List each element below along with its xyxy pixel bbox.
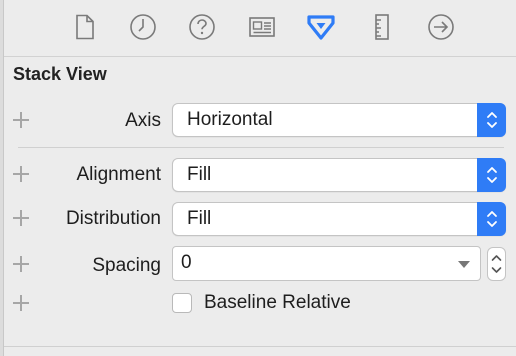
size-ruler-icon[interactable] <box>367 12 397 42</box>
identity-icon[interactable] <box>247 12 277 42</box>
alignment-popup[interactable]: Fill <box>172 158 506 192</box>
alignment-value: Fill <box>187 164 212 185</box>
section-title: Stack View <box>13 64 107 84</box>
baseline-relative-label[interactable]: Baseline Relative <box>204 292 351 314</box>
clock-icon[interactable] <box>128 12 158 42</box>
distribution-label: Distribution <box>65 208 161 229</box>
distribution-value: Fill <box>187 208 212 229</box>
alignment-plus-icon[interactable] <box>13 166 29 182</box>
spacing-plus-icon[interactable] <box>13 256 29 272</box>
axis-popup[interactable]: Horizontal <box>172 103 506 137</box>
chevron-updown-icon <box>477 158 506 192</box>
axis-label: Axis <box>125 110 161 131</box>
help-icon[interactable] <box>187 12 217 42</box>
axis-value: Horizontal <box>187 109 273 130</box>
spacing-stepper[interactable] <box>487 247 506 281</box>
axis-plus-icon[interactable] <box>13 112 29 128</box>
connections-arrow-icon[interactable] <box>426 12 456 42</box>
alignment-label: Alignment <box>76 164 162 185</box>
section-divider <box>18 147 504 148</box>
distribution-plus-icon[interactable] <box>13 210 29 226</box>
chevron-updown-icon <box>477 103 506 137</box>
attributes-icon[interactable] <box>306 12 336 42</box>
inspector-toolbar <box>4 0 516 57</box>
baseline-relative-checkbox[interactable] <box>172 293 192 313</box>
spacing-value: 0 <box>181 252 192 273</box>
chevron-updown-icon <box>477 202 506 236</box>
distribution-popup[interactable]: Fill <box>172 202 506 236</box>
spacing-label: Spacing <box>92 255 161 276</box>
baseline-plus-icon[interactable] <box>13 295 29 311</box>
dropdown-arrow-icon[interactable] <box>458 261 470 268</box>
bottom-divider <box>4 346 516 347</box>
file-icon[interactable] <box>70 12 100 42</box>
spacing-combo-field[interactable]: 0 <box>172 246 481 281</box>
